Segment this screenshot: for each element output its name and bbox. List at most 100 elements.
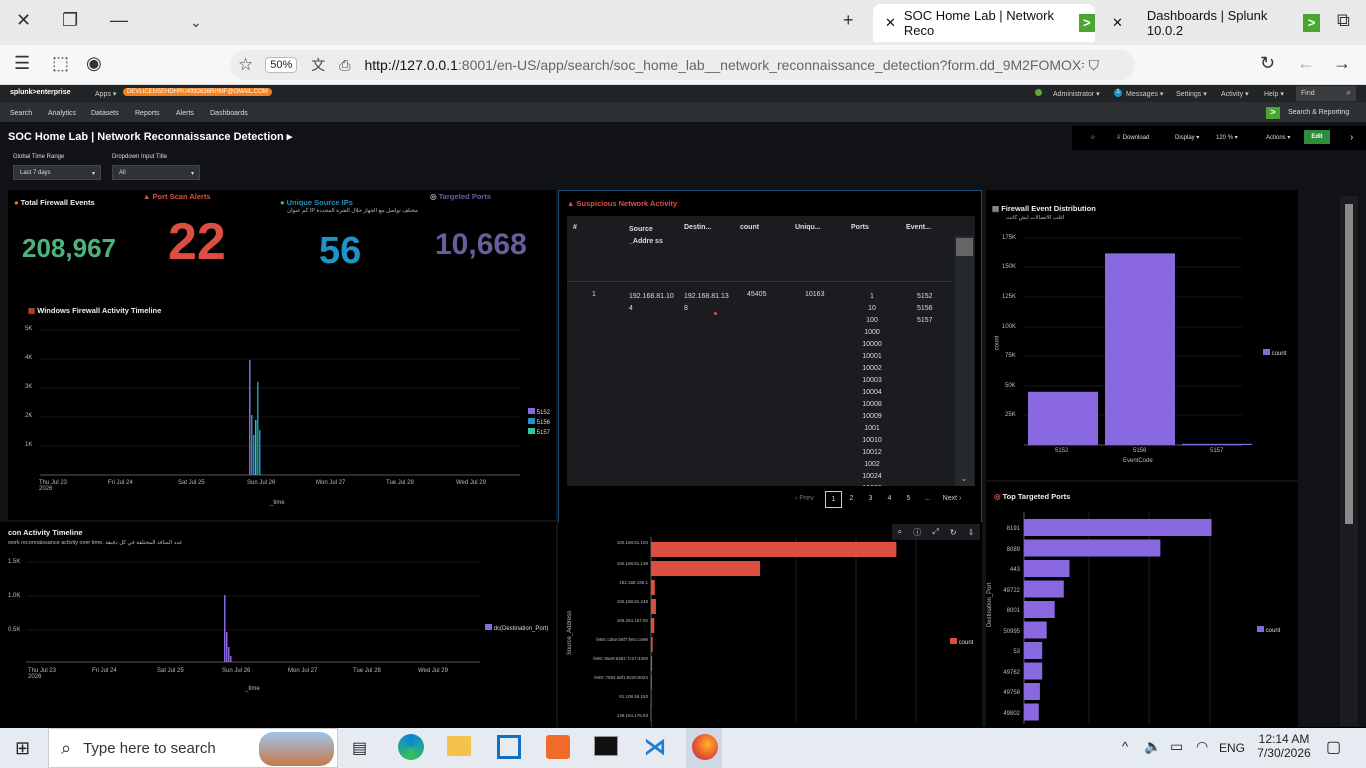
minimize-window-icon[interactable]: — bbox=[110, 10, 128, 31]
health-icon[interactable] bbox=[1035, 89, 1042, 96]
fw-bar[interactable] bbox=[1182, 443, 1252, 445]
reader-icon[interactable]: ⎙ bbox=[339, 57, 350, 74]
nav-dashboards[interactable]: Dashboards bbox=[210, 110, 248, 117]
col-header-index[interactable]: # bbox=[573, 224, 577, 231]
legend-item[interactable]: 5157 bbox=[528, 428, 550, 438]
scrollbar-thumb[interactable] bbox=[956, 238, 973, 256]
port-bar[interactable] bbox=[1024, 683, 1040, 700]
fw-dist-legend[interactable]: count bbox=[1263, 349, 1286, 357]
tab-dashboards[interactable]: ✕ Dashboards | Splunk 10.0.2 > bbox=[1100, 4, 1320, 42]
source-legend[interactable]: count bbox=[950, 638, 973, 646]
app-name[interactable]: Search & Reporting bbox=[1288, 109, 1349, 116]
port-bar[interactable] bbox=[1024, 519, 1212, 536]
find-input[interactable]: Find ⌕ bbox=[1296, 86, 1356, 101]
virtualbox-icon[interactable] bbox=[497, 735, 521, 759]
firefox-icon[interactable] bbox=[692, 734, 718, 760]
table-scrollbar[interactable]: ⌄ bbox=[955, 236, 974, 486]
url-box[interactable]: ☆ 50% 文 ⎙ http://127.0.0.1:8001/en-US/ap… bbox=[230, 50, 1135, 80]
url-text[interactable]: http://127.0.0.1:8001/en-US/app/search/s… bbox=[364, 57, 1084, 73]
admin-menu[interactable]: Administrator ▾ bbox=[1053, 90, 1100, 98]
nav-reports[interactable]: Reports bbox=[135, 110, 160, 117]
terminal-icon[interactable] bbox=[594, 736, 618, 756]
legend-item[interactable]: 5156 bbox=[528, 418, 550, 428]
chevron-down-icon[interactable]: ⌄ bbox=[960, 473, 968, 484]
clock[interactable]: 12:14 AM 7/30/2026 bbox=[1254, 732, 1314, 760]
file-explorer-icon[interactable] bbox=[447, 736, 471, 756]
messages-menu[interactable]: Messages ▾ bbox=[1126, 90, 1163, 98]
help-menu[interactable]: Help ▾ bbox=[1264, 90, 1284, 98]
nav-search[interactable]: Search bbox=[10, 110, 32, 117]
page-4[interactable]: 4 bbox=[880, 495, 899, 508]
nav-datasets[interactable]: Datasets bbox=[91, 110, 119, 117]
port-bar[interactable] bbox=[1024, 621, 1047, 639]
back-icon[interactable]: ← bbox=[1297, 53, 1315, 74]
nav-alerts[interactable]: Alerts bbox=[176, 110, 194, 117]
prev-page[interactable]: ‹ Prev bbox=[795, 495, 825, 508]
col-header-unique[interactable]: Uniqu... bbox=[795, 224, 821, 231]
source-bar[interactable] bbox=[651, 713, 652, 727]
nav-analytics[interactable]: Analytics bbox=[48, 110, 76, 117]
translate-icon[interactable]: 文 bbox=[311, 55, 325, 75]
fw-dist-chart[interactable] bbox=[986, 220, 1298, 470]
col-header-destination[interactable]: Destin... bbox=[684, 224, 711, 231]
notification-icon[interactable]: ▢ bbox=[1326, 737, 1341, 757]
edit-button[interactable]: Edit bbox=[1304, 130, 1330, 144]
vscode-icon[interactable]: ⋊ bbox=[644, 734, 666, 760]
source-bar[interactable] bbox=[651, 694, 652, 709]
bookmark-star-icon[interactable]: ☆ bbox=[238, 55, 253, 75]
source-bar[interactable] bbox=[651, 618, 655, 633]
tab-list-icon[interactable]: ⧉ bbox=[1337, 10, 1350, 31]
timeline2-chart[interactable] bbox=[0, 552, 556, 682]
volume-icon[interactable]: 🔈 bbox=[1144, 738, 1161, 755]
windows-start-icon[interactable]: ⊞ bbox=[15, 738, 30, 759]
chevron-right-icon[interactable]: › bbox=[1350, 132, 1353, 143]
source-bar[interactable] bbox=[651, 580, 655, 595]
port-bar[interactable] bbox=[1024, 662, 1043, 680]
port-bar[interactable] bbox=[1024, 703, 1039, 721]
source-bar[interactable] bbox=[651, 542, 897, 557]
activity-menu[interactable]: Activity ▾ bbox=[1221, 90, 1249, 98]
wifi-icon[interactable]: ◠ bbox=[1196, 738, 1208, 755]
dropdown-select[interactable]: All ▾ bbox=[112, 165, 200, 180]
col-header-count[interactable]: count bbox=[740, 224, 759, 231]
menu-icon[interactable]: ☰ bbox=[14, 53, 30, 74]
language-indicator[interactable]: ENG bbox=[1219, 741, 1245, 755]
source-bar[interactable] bbox=[651, 675, 652, 690]
apps-menu[interactable]: Apps ▾ bbox=[95, 90, 116, 98]
page-3[interactable]: 3 bbox=[861, 495, 880, 508]
shield-icon[interactable]: ⛉ bbox=[1088, 57, 1099, 74]
page-1[interactable]: 1 bbox=[825, 491, 842, 508]
tab-close-icon[interactable]: ✕ bbox=[1112, 15, 1123, 31]
next-page[interactable]: Next › bbox=[937, 495, 967, 508]
legend-item[interactable]: 5152 bbox=[528, 408, 550, 418]
col-header-source[interactable]: Source _Addre ss bbox=[629, 224, 667, 248]
zoom-level[interactable]: 50% bbox=[265, 57, 298, 73]
extensions-icon[interactable]: ⬚ bbox=[52, 53, 69, 74]
port-bar[interactable] bbox=[1024, 539, 1161, 557]
battery-icon[interactable]: ▭ bbox=[1170, 738, 1183, 755]
top-ports-chart[interactable] bbox=[986, 482, 1298, 727]
source-bar[interactable] bbox=[651, 656, 653, 671]
page-scrollbar[interactable] bbox=[1340, 196, 1358, 726]
reload-icon[interactable]: ↻ bbox=[1260, 53, 1275, 74]
port-bar[interactable] bbox=[1024, 580, 1064, 598]
fw-bar[interactable] bbox=[1105, 253, 1175, 445]
tab-close-icon[interactable]: ✕ bbox=[885, 15, 896, 31]
page-2[interactable]: 2 bbox=[842, 495, 861, 508]
tab-soc-home-lab[interactable]: ✕ SOC Home Lab | Network Reco > bbox=[873, 4, 1095, 42]
source-bar[interactable] bbox=[651, 561, 761, 576]
new-tab-icon[interactable]: + bbox=[843, 10, 854, 31]
col-header-ports[interactable]: Ports bbox=[851, 224, 869, 231]
taskbar-search[interactable]: ⌕ Type here to search bbox=[48, 728, 338, 768]
page-5[interactable]: 5 bbox=[899, 495, 918, 508]
time-range-select[interactable]: Last 7 days ▾ bbox=[13, 165, 101, 180]
port-bar[interactable] bbox=[1024, 642, 1043, 659]
ports-legend[interactable]: count bbox=[1257, 626, 1280, 634]
fw-bar[interactable] bbox=[1028, 391, 1098, 445]
task-view-icon[interactable]: ▤ bbox=[352, 738, 367, 758]
favorite-star-icon[interactable]: ☆ bbox=[1090, 134, 1095, 141]
source-bar[interactable] bbox=[651, 599, 656, 614]
splunk-logo[interactable]: splunk>enterprise bbox=[10, 89, 71, 96]
chevron-down-icon[interactable]: ⌄ bbox=[190, 14, 202, 31]
account-icon[interactable]: ◉ bbox=[86, 53, 102, 74]
